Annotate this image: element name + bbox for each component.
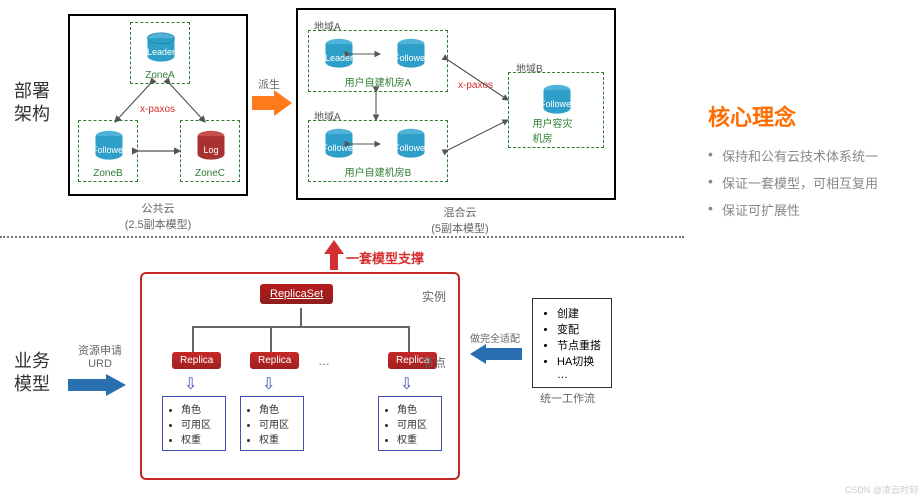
instance-label: 实例 [422,288,446,305]
hybrid-caption: 混合云(5副本模型) [410,204,510,236]
room-a-zone: Leader Follower 用户自建机房A [308,30,448,92]
follower-label: Follower [89,145,129,155]
replica-node: Replica [250,352,299,369]
zone-b-label: ZoneB [93,168,122,179]
support-label: 一套模型支撑 [346,248,424,267]
concept-item: 保持和公有云技术体系统一 [708,146,908,165]
biz-model-label: 业务模型 [14,350,50,397]
room-a-label: 用户自建机房A [345,74,412,89]
room-b-zone: Follower Follower 用户自建机房B [308,120,448,182]
chevron-down-icon: ⇩ [262,374,275,394]
watermark: CSDN @凌云时刻 [845,483,918,496]
chevron-down-icon: ⇩ [400,374,413,394]
attr-box: 角色可用区权重 [162,396,226,451]
zone-b: Follower ZoneB [78,120,138,182]
core-concept-title: 核心理念 [708,100,908,132]
leader-label: Leader [319,53,359,63]
chevron-down-icon: ⇩ [184,374,197,394]
concept-item: 保证一套模型，可相互复用 [708,173,908,192]
hybrid-cloud-box: 地域A Leader Follower 用户自建机房A 地域A Follower… [296,8,616,200]
workflow-box: 创建变配节点重搭HA切换… [532,298,612,388]
derive-arrow-icon [252,90,292,116]
zone-c: Log ZoneC [180,120,240,182]
urd-arrow-icon [68,374,126,396]
public-cloud-box: Leader ZoneA Follower ZoneB Log ZoneC x-… [68,14,248,196]
xpaxos-label: x-paxos [140,104,175,115]
leader-label: Leader [141,47,181,57]
concept-item: 保证可扩展性 [708,200,908,219]
xpaxos-label: x-paxos [458,80,493,91]
follower-label: Follower [319,143,359,153]
dots: … [318,354,330,368]
replica-node: Replica [172,352,221,369]
adapt-label: 做完全适配 [470,330,520,345]
adapt-arrow-icon [470,344,522,364]
zone-a: Leader ZoneA [130,22,190,84]
attr-box: 角色可用区权重 [240,396,304,451]
core-concept-panel: 核心理念 保持和公有云技术体系统一 保证一套模型，可相互复用 保证可扩展性 [708,100,908,227]
follower-label: Follower [391,53,431,63]
divider [0,236,684,238]
deploy-arch-label: 部署架构 [14,80,50,127]
node-label: 节点 [422,354,446,371]
follower-label: Follower [391,143,431,153]
log-label: Log [191,145,231,155]
attr-box: 角色可用区权重 [378,396,442,451]
room-dr-zone: Follower 用户容灾机房 [508,72,604,148]
support-arrow-icon [324,240,344,270]
biz-model-box: ReplicaSet Replica Replica … Replica ⇩ ⇩… [140,272,460,480]
room-b-label: 用户自建机房B [345,164,412,179]
public-cloud-caption: 公共云(2.5副本模型) [108,200,208,232]
resource-req-label: 资源申请URD [78,342,122,370]
follower-label: Follower [537,99,577,109]
workflow-caption: 统一工作流 [540,390,595,406]
zone-c-label: ZoneC [195,168,225,179]
room-dr-label: 用户容灾机房 [533,115,580,145]
replicaset-node: ReplicaSet [260,284,333,304]
zone-a-label: ZoneA [145,70,174,81]
